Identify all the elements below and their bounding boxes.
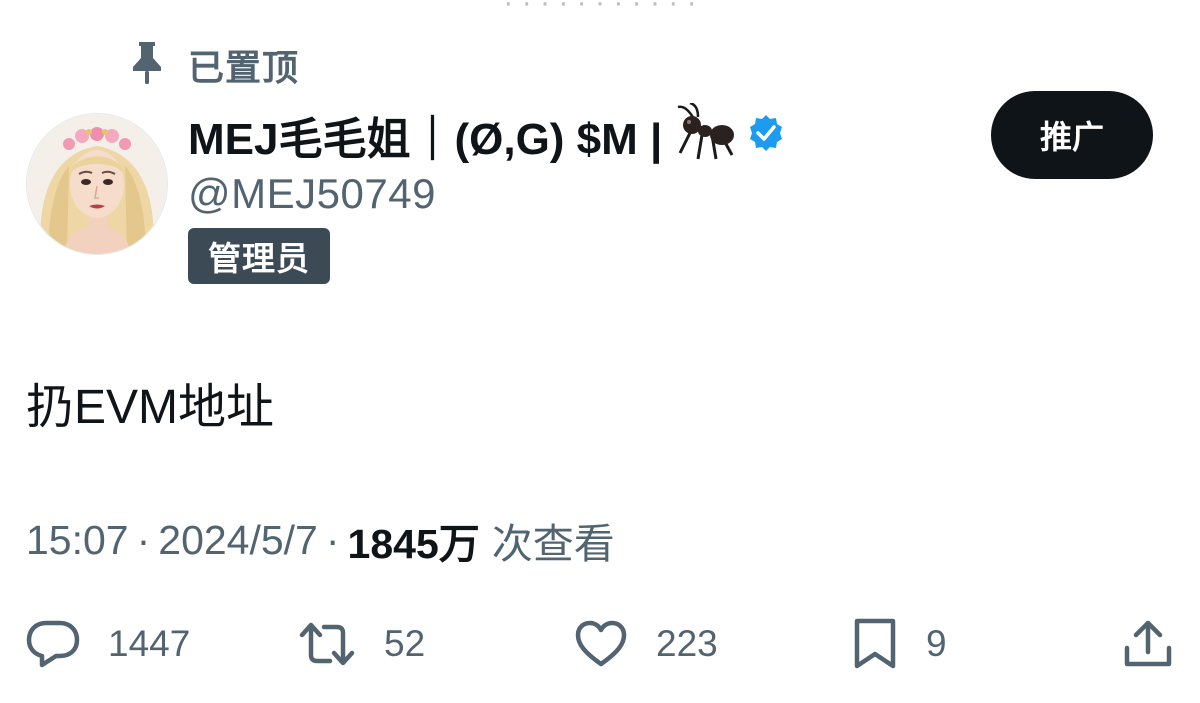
author-name-row[interactable]: MEJ毛毛姐｜(Ø,G) $M | [188, 101, 786, 168]
truncated-top-text: · · · · · · · · · · · [503, 0, 697, 19]
reply-icon [26, 619, 80, 669]
like-button[interactable]: 223 [574, 614, 718, 674]
ant-emoji-icon [672, 101, 736, 168]
reply-count: 1447 [108, 623, 191, 664]
tweet-text: 扔EVM地址 [26, 381, 275, 434]
share-icon [1122, 618, 1174, 670]
retweet-button[interactable]: 52 [298, 614, 425, 674]
bookmark-count: 9 [926, 623, 947, 664]
pinned-label: 已置顶 [188, 47, 300, 88]
meta-separator: · [136, 516, 151, 563]
retweet-count: 52 [384, 623, 426, 664]
views-count: 1845万 [347, 521, 480, 567]
bookmark-button[interactable]: 9 [852, 614, 947, 674]
tweet-meta: 15:07 · 2024/5/7 · 1845万 次查看 [26, 514, 615, 568]
like-count: 223 [656, 623, 718, 664]
reply-button[interactable]: 1447 [26, 614, 190, 674]
meta-separator: · [325, 516, 340, 563]
views-label: 次查看 [491, 521, 615, 567]
bookmark-icon [852, 617, 898, 671]
verified-badge-icon[interactable] [746, 113, 786, 158]
tweet-time[interactable]: 15:07 [26, 517, 129, 564]
admin-role-badge: 管理员 [188, 228, 330, 284]
heart-icon [574, 619, 628, 669]
retweet-icon [298, 619, 356, 669]
author-handle[interactable]: @MEJ50749 [188, 170, 436, 218]
pinned-indicator: 已置顶 [128, 40, 300, 91]
tweet-date[interactable]: 2024/5/7 [158, 517, 318, 564]
author-display-name[interactable]: MEJ毛毛姐｜(Ø,G) $M | [188, 103, 662, 167]
share-button[interactable] [1122, 614, 1174, 674]
promote-button[interactable]: 推广 [991, 91, 1153, 179]
avatar[interactable] [26, 113, 168, 255]
pin-icon [128, 40, 166, 91]
